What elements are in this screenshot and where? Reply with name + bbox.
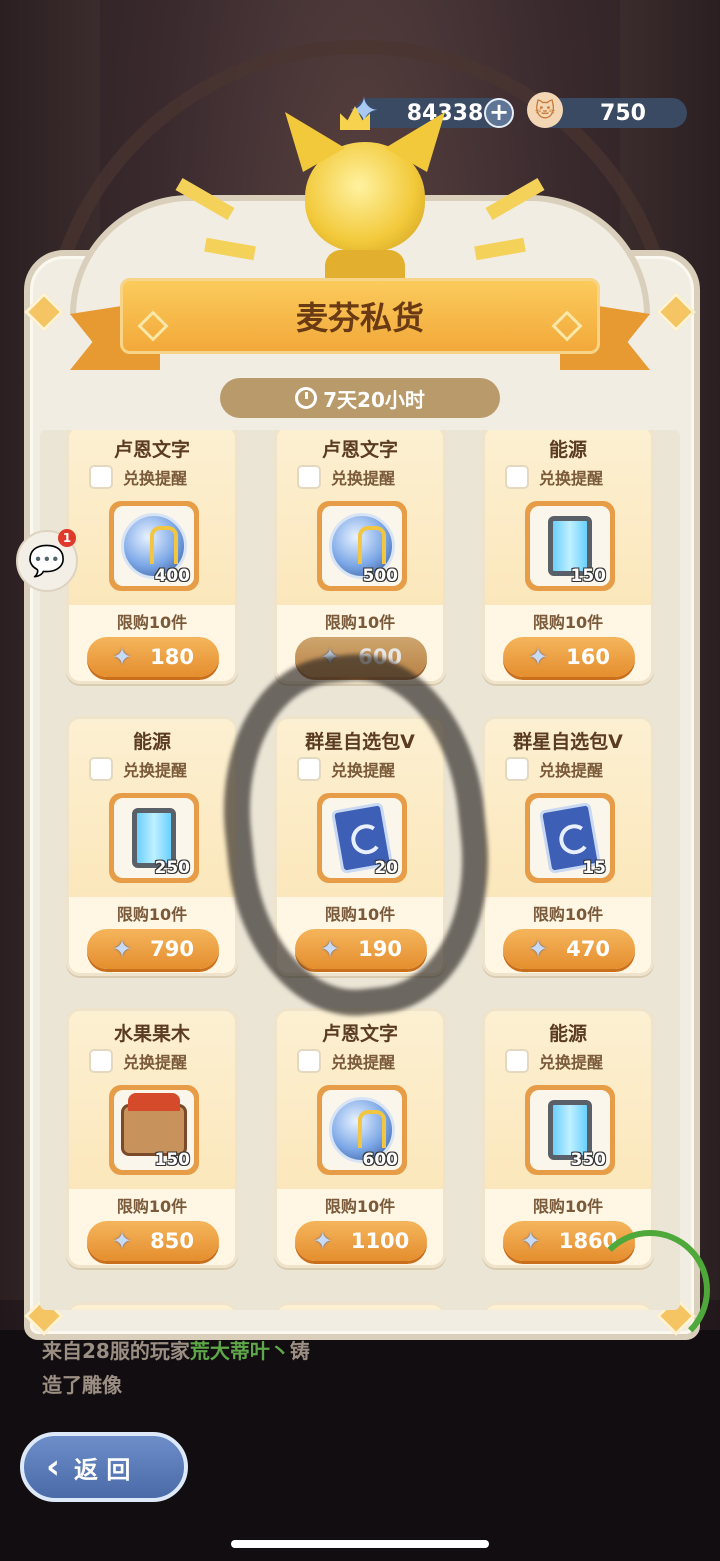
item-quantity: 400 xyxy=(154,566,191,586)
price: 160 xyxy=(566,645,610,669)
remind-checkbox[interactable] xyxy=(505,1049,529,1073)
item-quantity: 250 xyxy=(154,858,191,878)
item-name: 卢恩文字 xyxy=(321,439,398,461)
star-icon: ✦ xyxy=(520,1227,541,1255)
item-icon-frame: 250 xyxy=(109,793,199,883)
remind-label: 兑换提醒 xyxy=(123,469,188,488)
golden-cat-statue-icon xyxy=(175,106,545,282)
item-icon-frame: 150 xyxy=(525,501,615,591)
purchase-limit: 限购10件 xyxy=(532,1197,604,1216)
broadcast-message: 来自28服的玩家荒大蒂叶丶铸 造了雕像 xyxy=(42,1334,362,1402)
remind-label: 兑换提醒 xyxy=(331,1053,396,1072)
item-quantity: 150 xyxy=(154,1150,191,1170)
remind-checkbox[interactable] xyxy=(297,1049,321,1073)
shop-timer: 7天20小时 xyxy=(220,378,500,418)
shop-item-card[interactable]: 卢恩文字 兑换提醒 500 限购10件 ✦ 600 xyxy=(274,430,446,684)
item-quantity: 500 xyxy=(362,566,399,586)
remind-checkbox[interactable] xyxy=(505,465,529,489)
remind-label: 兑换提醒 xyxy=(539,1053,604,1072)
chat-unread-badge: 1 xyxy=(58,529,76,547)
fruit-log-icon xyxy=(121,1093,187,1156)
star-icon: ✦ xyxy=(112,643,133,671)
purchase-limit: 限购10件 xyxy=(532,905,604,924)
shop-item-card[interactable]: 能源 兑换提醒 350 限购10件 ✦ 1860 xyxy=(482,1008,654,1268)
purchase-limit: 限购10件 xyxy=(532,613,604,632)
buy-button[interactable]: ✦ 160 xyxy=(503,637,635,677)
item-icon-frame: 350 xyxy=(525,1085,615,1175)
chat-bubble-icon: 💬 xyxy=(28,543,66,579)
price: 790 xyxy=(150,937,194,961)
item-name: 卢恩文字 xyxy=(113,439,190,461)
shop-item-card[interactable]: 卢恩文字 兑换提醒 600 限购10件 ✦ 1100 xyxy=(274,1008,446,1268)
item-name: 能源 xyxy=(132,731,171,753)
star-icon: ✦ xyxy=(312,1227,333,1255)
cat-currency-display: 🐱 750 xyxy=(527,92,687,128)
broadcast-line2: 造了雕像 xyxy=(42,1373,122,1397)
back-arrow-icon: ‹ xyxy=(46,1447,61,1487)
item-icon-frame: 400 xyxy=(109,501,199,591)
star-icon: ✦ xyxy=(112,935,133,963)
shop-title: 麦芬私货 xyxy=(120,278,600,354)
remind-label: 兑换提醒 xyxy=(539,469,604,488)
item-name: 卢恩文字 xyxy=(321,1023,398,1045)
purchase-limit: 限购10件 xyxy=(116,613,188,632)
shop-item-card[interactable]: 能源 兑换提醒 250 限购10件 ✦ 790 xyxy=(66,716,238,976)
remind-label: 兑换提醒 xyxy=(123,761,188,780)
timer-text: 7天20小时 xyxy=(323,387,425,412)
vine-decoration-icon xyxy=(590,1230,710,1350)
item-name: 水果果木 xyxy=(113,1023,190,1045)
home-indicator[interactable] xyxy=(231,1540,489,1548)
add-stars-button[interactable]: + xyxy=(484,98,514,128)
item-icon-frame: 500 xyxy=(317,501,407,591)
broadcast-prefix: 来自28服的玩家 xyxy=(42,1339,190,1363)
clock-icon xyxy=(295,387,318,409)
broadcast-player: 荒大蒂叶丶 xyxy=(189,1339,290,1363)
shop-item-card-partial[interactable] xyxy=(66,1302,238,1310)
price: 180 xyxy=(150,645,194,669)
buy-button[interactable]: ✦ 180 xyxy=(87,637,219,677)
cat-currency-icon: 🐱 xyxy=(527,92,563,128)
buy-button[interactable]: ✦ 790 xyxy=(87,929,219,969)
price: 850 xyxy=(150,1229,194,1253)
purchase-limit: 限购10件 xyxy=(324,613,396,632)
item-quantity: 150 xyxy=(570,566,607,586)
price: 470 xyxy=(566,937,610,961)
remind-checkbox[interactable] xyxy=(505,757,529,781)
star-icon: ✦ xyxy=(112,1227,133,1255)
buy-button[interactable]: ✦ 850 xyxy=(87,1221,219,1261)
purchase-limit: 限购10件 xyxy=(116,905,188,924)
purchase-limit: 限购10件 xyxy=(116,1197,188,1216)
price: 1100 xyxy=(350,1229,410,1253)
shop-item-card[interactable]: 能源 兑换提醒 150 限购10件 ✦ 160 xyxy=(482,430,654,684)
shop-item-card[interactable]: 水果果木 兑换提醒 150 限购10件 ✦ 850 xyxy=(66,1008,238,1268)
remind-checkbox[interactable] xyxy=(89,465,113,489)
shop-item-card[interactable]: 卢恩文字 兑换提醒 400 限购10件 ✦ 180 xyxy=(66,430,238,684)
remind-checkbox[interactable] xyxy=(297,465,321,489)
cat-currency-count: 750 xyxy=(600,100,646,126)
star-icon: ✦ xyxy=(528,935,549,963)
item-quantity: 15 xyxy=(582,858,606,878)
star-icon: ✦ xyxy=(528,643,549,671)
item-quantity: 350 xyxy=(570,1150,607,1170)
purchase-limit: 限购10件 xyxy=(324,1197,396,1216)
item-name: 能源 xyxy=(548,1023,587,1045)
buy-button[interactable]: ✦ 1100 xyxy=(295,1221,427,1261)
item-quantity: 600 xyxy=(362,1150,399,1170)
back-button[interactable]: ‹ 返 回 xyxy=(20,1432,188,1502)
remind-label: 兑换提醒 xyxy=(123,1053,188,1072)
remind-checkbox[interactable] xyxy=(89,1049,113,1073)
remind-label: 兑换提醒 xyxy=(331,469,396,488)
item-icon-frame: 150 xyxy=(109,1085,199,1175)
item-icon-frame: 15 xyxy=(525,793,615,883)
remind-checkbox[interactable] xyxy=(89,757,113,781)
buy-button[interactable]: ✦ 470 xyxy=(503,929,635,969)
shop-item-card-partial[interactable] xyxy=(274,1302,446,1310)
remind-label: 兑换提醒 xyxy=(539,761,604,780)
shop-item-card[interactable]: 群星自选包V 兑换提醒 15 限购10件 ✦ 470 xyxy=(482,716,654,976)
item-name: 能源 xyxy=(548,439,587,461)
item-name: 群星自选包V xyxy=(513,731,623,753)
broadcast-suffix: 铸 xyxy=(289,1339,310,1363)
back-label: 返 回 xyxy=(74,1455,131,1484)
item-icon-frame: 600 xyxy=(317,1085,407,1175)
